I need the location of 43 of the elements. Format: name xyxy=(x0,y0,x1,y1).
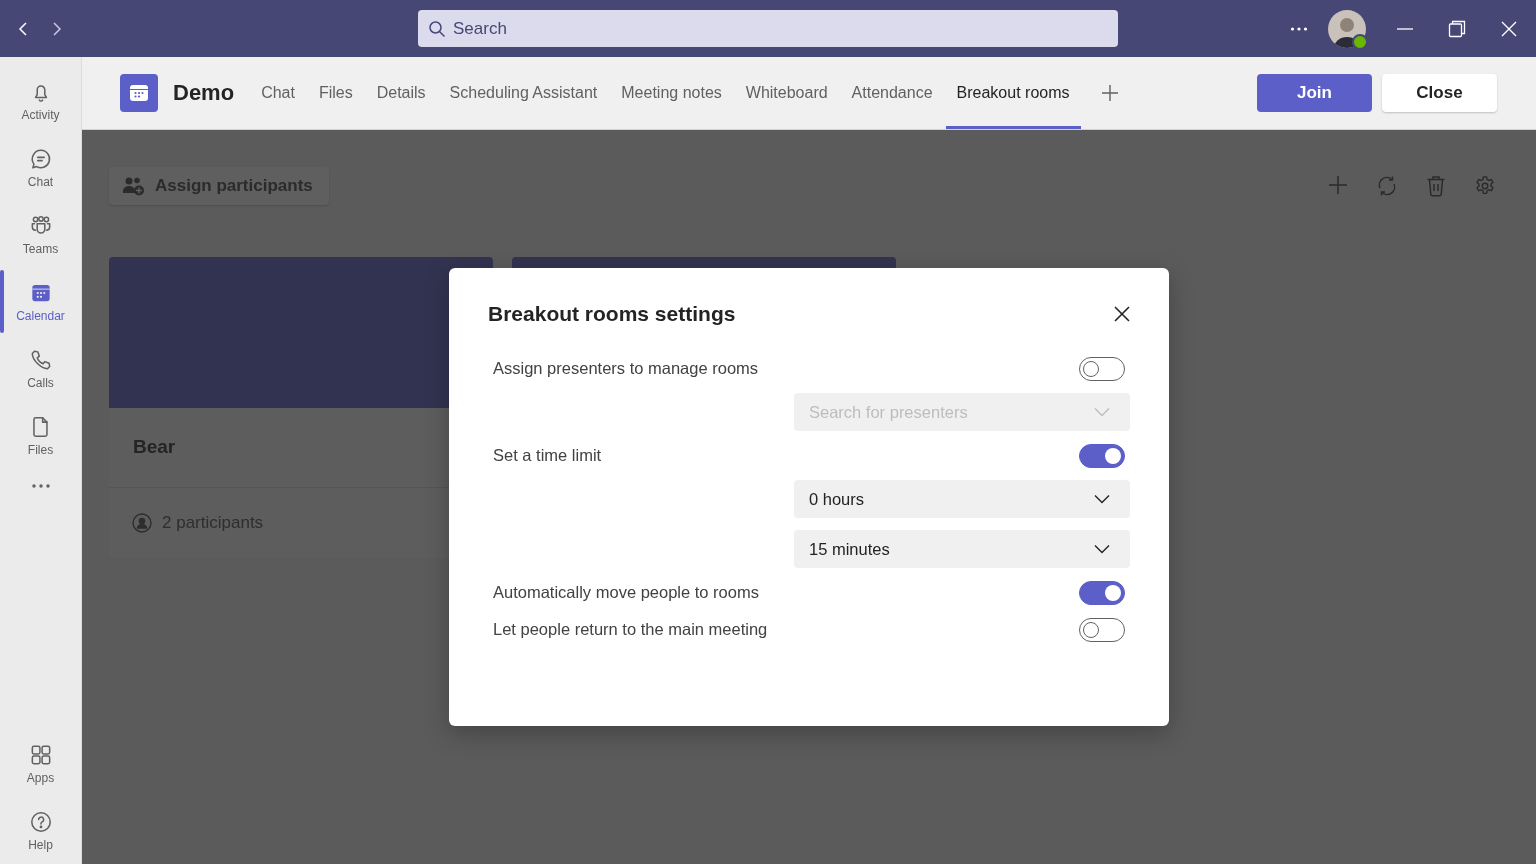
toggle-switch[interactable] xyxy=(1079,580,1125,605)
setting-label: Automatically move people to rooms xyxy=(493,583,759,602)
person-icon xyxy=(132,513,152,534)
rail-item[interactable]: Teams xyxy=(0,201,81,268)
dropdown[interactable]: 0 hours xyxy=(794,480,1130,518)
toggle-switch[interactable] xyxy=(1079,356,1125,381)
status-dot xyxy=(1352,33,1368,50)
tab[interactable]: Files xyxy=(307,57,364,129)
dropdown[interactable]: 15 minutes xyxy=(794,530,1130,568)
tab[interactable]: Details xyxy=(365,57,437,129)
tab[interactable]: Chat xyxy=(250,57,306,129)
rail-item[interactable]: Activity xyxy=(0,67,81,134)
people-add-icon xyxy=(123,176,145,196)
add-tab-icon[interactable] xyxy=(1100,84,1119,102)
setting-label: Let people return to the main meeting xyxy=(493,620,768,639)
close-button[interactable]: Close xyxy=(1382,74,1497,112)
rail-item[interactable]: Files xyxy=(0,402,81,469)
more-icon[interactable] xyxy=(30,483,51,489)
avatar[interactable] xyxy=(1328,9,1366,48)
toggle-switch[interactable] xyxy=(1079,617,1125,642)
chevron-down-icon xyxy=(1094,544,1110,554)
toggle-switch[interactable] xyxy=(1079,443,1125,468)
chevron-down-icon xyxy=(1094,407,1110,417)
rail-item[interactable]: Apps xyxy=(0,730,81,797)
close-icon[interactable] xyxy=(1114,306,1130,322)
chevron-down-icon xyxy=(1094,494,1110,504)
meeting-title: Demo xyxy=(173,80,235,106)
rail-item[interactable]: Chat xyxy=(0,134,81,201)
search-icon xyxy=(428,20,446,38)
rail-item[interactable]: Calls xyxy=(0,335,81,402)
tab[interactable]: Meeting notes xyxy=(610,57,733,129)
join-button[interactable]: Join xyxy=(1257,74,1372,112)
rail-item[interactable]: Calendar xyxy=(0,268,81,335)
restore-icon[interactable] xyxy=(1448,19,1466,38)
rail-item[interactable]: Help xyxy=(0,797,81,864)
more-options-icon[interactable] xyxy=(1290,25,1308,32)
setting-label: Assign presenters to manage rooms xyxy=(493,359,759,378)
tab[interactable]: Attendance xyxy=(840,57,944,129)
search-field[interactable]: Search xyxy=(418,10,1118,47)
calendar-icon xyxy=(120,74,158,112)
setting-label: Set a time limit xyxy=(493,446,602,465)
tab[interactable]: Scheduling Assistant xyxy=(438,57,609,129)
tab[interactable]: Whiteboard xyxy=(734,57,839,129)
